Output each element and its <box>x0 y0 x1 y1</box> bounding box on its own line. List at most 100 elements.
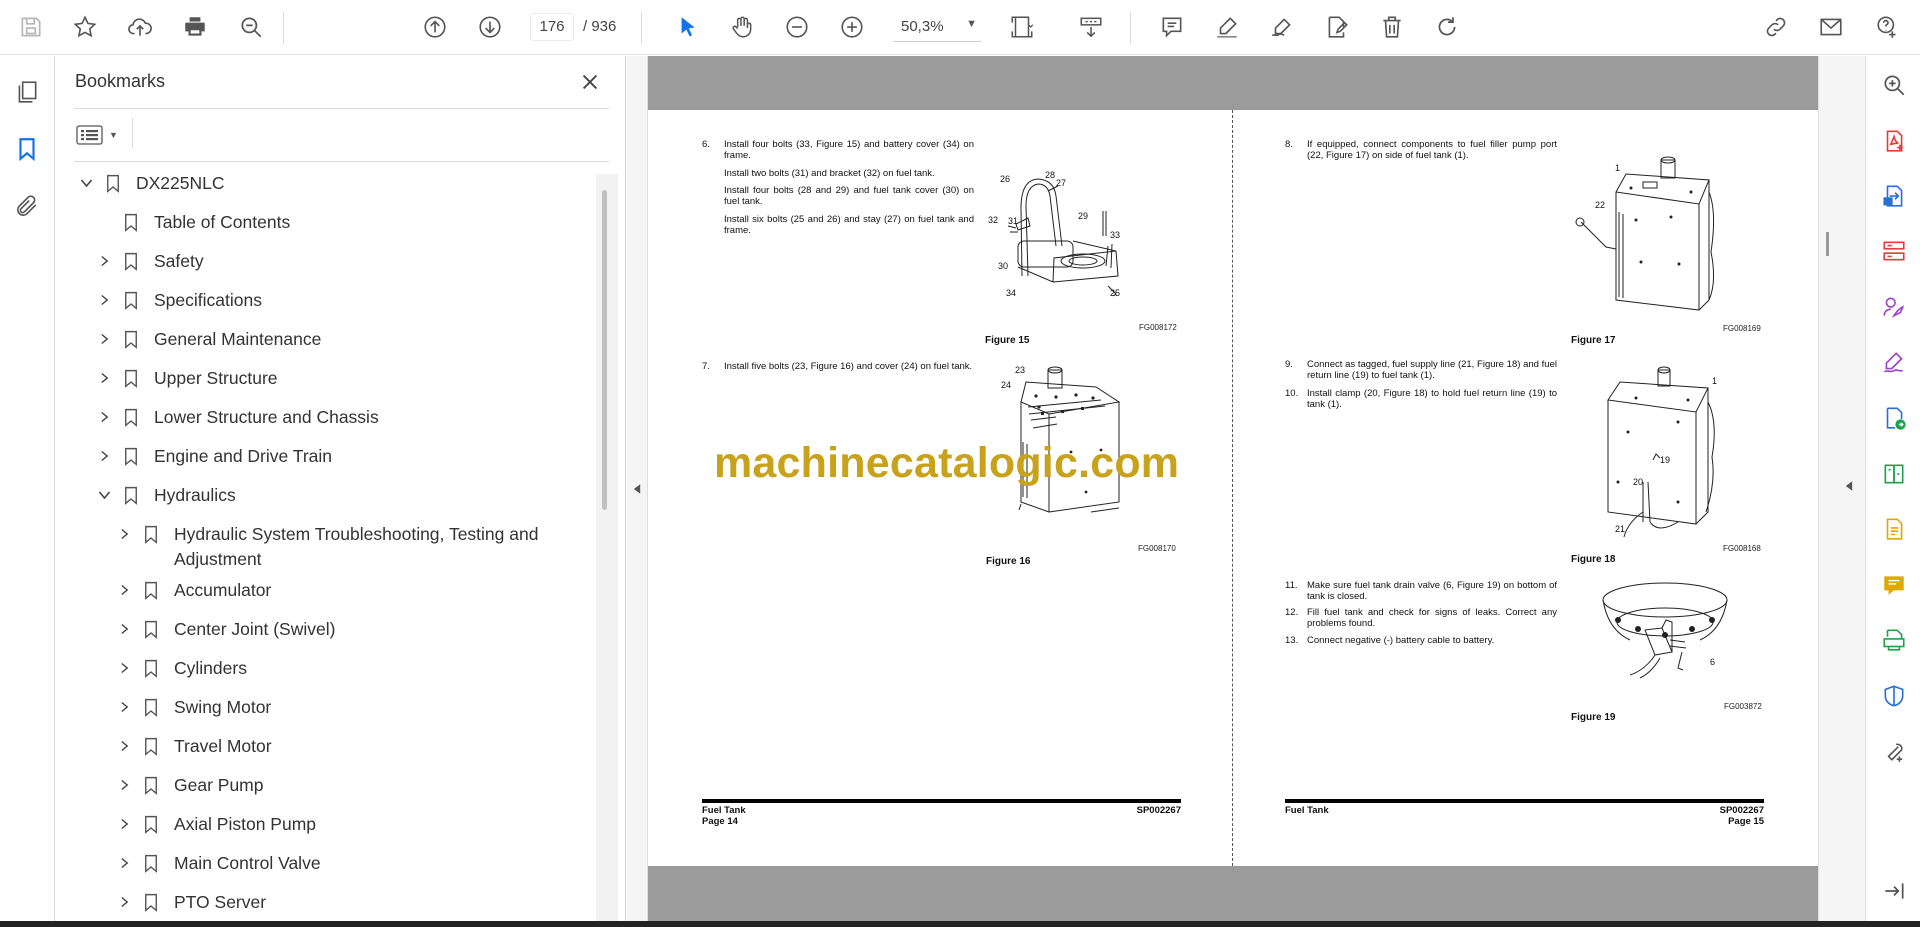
figure-15-label: 27 <box>1056 178 1066 188</box>
share-link-icon[interactable] <box>1759 10 1793 44</box>
bookmark-item[interactable]: Center Joint (Swivel) <box>114 614 335 644</box>
comment-icon[interactable] <box>1155 10 1189 44</box>
bookmark-item[interactable]: Hydraulic System Troubleshooting, Testin… <box>114 519 601 569</box>
zoom-out-icon[interactable] <box>780 10 814 44</box>
step-number: 8. <box>1285 139 1293 150</box>
page-thumbnails-icon[interactable] <box>11 76 43 108</box>
chevron-right-icon[interactable] <box>114 887 134 917</box>
chevron-right-icon[interactable] <box>114 809 134 839</box>
create-pdf-icon[interactable] <box>1879 126 1909 156</box>
document-scrollbar-thumb[interactable] <box>1826 232 1829 256</box>
protect-shield-icon[interactable] <box>1879 681 1909 711</box>
edit-text-icon[interactable] <box>1320 10 1354 44</box>
main-toolbar: 176 / 936 50,3% ▼ <box>0 0 1920 55</box>
chevron-right-icon[interactable] <box>94 402 114 432</box>
chevron-right-icon[interactable] <box>114 614 134 644</box>
page-number-input[interactable]: 176 <box>530 13 574 41</box>
figure-15-label: 33 <box>1110 230 1120 240</box>
bookmark-item[interactable]: Travel Motor <box>114 731 272 761</box>
zoom-search-icon[interactable] <box>234 10 268 44</box>
chevron-right-icon[interactable] <box>114 692 134 722</box>
export-pdf-icon[interactable] <box>1879 181 1909 211</box>
send-for-review-icon[interactable] <box>1879 403 1909 433</box>
bookmark-panel-icon[interactable] <box>11 133 43 165</box>
bookmark-icon <box>140 519 162 549</box>
zoom-search-icon[interactable] <box>1879 70 1909 100</box>
chevron-right-icon[interactable] <box>114 770 134 800</box>
chevron-right-icon[interactable] <box>114 575 134 605</box>
bookmarks-scrollbar[interactable] <box>596 174 618 921</box>
bookmark-item[interactable]: Specifications <box>94 285 262 315</box>
rotate-icon[interactable] <box>1430 10 1464 44</box>
figure-15-label: 26 <box>1000 174 1010 184</box>
request-signature-icon[interactable] <box>1879 292 1909 322</box>
bookmark-item[interactable]: Cylinders <box>114 653 247 683</box>
chevron-right-icon[interactable] <box>114 519 134 549</box>
chevron-right-icon[interactable] <box>94 285 114 315</box>
bookmark-item[interactable]: Axial Piston Pump <box>114 809 316 839</box>
chevron-right-icon[interactable] <box>114 848 134 878</box>
select-arrow-icon[interactable] <box>670 10 704 44</box>
hand-icon[interactable] <box>725 10 759 44</box>
bookmark-item[interactable]: Swing Motor <box>114 692 271 722</box>
print-production-icon[interactable] <box>1879 625 1909 655</box>
step-number: 9. <box>1285 359 1293 370</box>
figure-15-illustration: 26 28 27 29 32 31 33 30 34 25 <box>988 170 1120 298</box>
chevron-down-icon[interactable] <box>76 168 96 198</box>
more-tools-icon[interactable] <box>1879 736 1909 766</box>
comment-icon[interactable] <box>1879 570 1909 600</box>
star-icon[interactable] <box>68 10 102 44</box>
bookmark-item[interactable]: Hydraulics <box>94 480 236 510</box>
chevron-right-icon[interactable] <box>94 246 114 276</box>
trash-icon[interactable] <box>1375 10 1409 44</box>
watermark-text: machinecatalogic.com <box>714 439 1180 487</box>
bookmarks-scrollbar-thumb[interactable] <box>602 190 607 510</box>
chevron-right-icon[interactable] <box>114 731 134 761</box>
scroll-mode-icon[interactable] <box>1074 10 1108 44</box>
bookmark-options-button[interactable]: ▼ <box>76 120 122 150</box>
bookmark-item[interactable]: Accumulator <box>114 575 271 605</box>
sign-pen-icon[interactable] <box>1265 10 1299 44</box>
bookmark-item[interactable]: DX225NLC <box>76 168 225 198</box>
account-help-icon[interactable] <box>1871 10 1905 44</box>
collapse-right-panel-button[interactable] <box>1818 56 1865 921</box>
bookmark-item[interactable]: Table of Contents <box>94 207 290 237</box>
page-up-icon[interactable] <box>418 10 452 44</box>
chevron-down-icon[interactable] <box>94 480 114 510</box>
chevron-right-icon[interactable] <box>114 653 134 683</box>
bookmark-item[interactable]: Gear Pump <box>114 770 263 800</box>
bookmark-item[interactable]: Upper Structure <box>94 363 278 393</box>
compare-files-icon[interactable] <box>1879 459 1909 489</box>
bookmark-item[interactable]: General Maintenance <box>94 324 321 354</box>
figure-17-label: 22 <box>1595 200 1605 210</box>
attachment-paperclip-icon[interactable] <box>11 190 43 222</box>
page-down-icon[interactable] <box>473 10 507 44</box>
bookmark-item[interactable]: Main Control Valve <box>114 848 321 878</box>
page-spread[interactable]: 6. Install four bolts (33, Figure 15) an… <box>648 110 1818 866</box>
print-icon[interactable] <box>178 10 212 44</box>
mail-icon[interactable] <box>1814 10 1848 44</box>
chevron-right-icon[interactable] <box>94 324 114 354</box>
fill-sign-icon[interactable] <box>1879 347 1909 377</box>
organize-pages-icon[interactable] <box>1879 236 1909 266</box>
highlight-pen-icon[interactable] <box>1210 10 1244 44</box>
upload-cloud-icon[interactable] <box>123 10 157 44</box>
collapse-panel-icon[interactable] <box>1879 876 1909 906</box>
bookmark-item[interactable]: PTO Server <box>114 887 266 917</box>
chevron-right-icon[interactable] <box>94 363 114 393</box>
edit-pdf-icon[interactable] <box>1879 514 1909 544</box>
bookmark-label: Hydraulics <box>154 485 236 505</box>
save-icon[interactable] <box>14 10 48 44</box>
bookmark-icon <box>140 887 162 917</box>
bookmark-label: Table of Contents <box>154 212 291 232</box>
bookmark-item[interactable]: Safety <box>94 246 204 276</box>
chevron-right-icon[interactable] <box>94 441 114 471</box>
collapse-left-panel-button[interactable] <box>627 56 648 921</box>
zoom-level-dropdown[interactable]: 50,3% ▼ <box>893 13 981 42</box>
bookmark-item[interactable]: Lower Structure and Chassis <box>94 402 379 432</box>
bookmark-label: Upper Structure <box>154 368 278 388</box>
bookmark-item[interactable]: Engine and Drive Train <box>94 441 332 471</box>
fit-page-icon[interactable] <box>1005 10 1039 44</box>
zoom-in-icon[interactable] <box>835 10 869 44</box>
close-icon[interactable] <box>576 68 604 96</box>
